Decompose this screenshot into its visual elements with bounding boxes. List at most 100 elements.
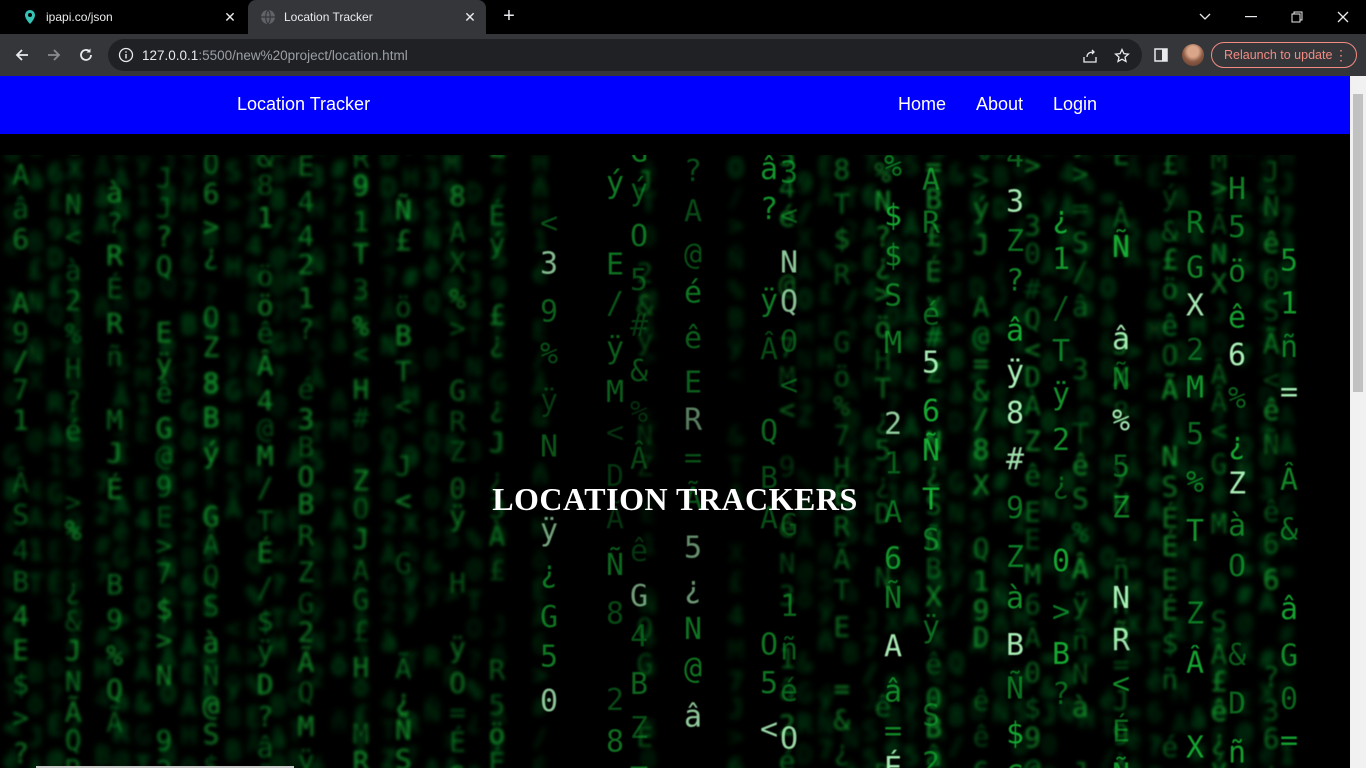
- svg-text:E: E: [181, 659, 197, 689]
- svg-text:?: ?: [1147, 732, 1163, 762]
- svg-text:G: G: [1280, 638, 1298, 673]
- svg-text:J: J: [395, 449, 412, 482]
- svg-text:N: N: [65, 665, 82, 698]
- svg-text:0: 0: [1280, 682, 1298, 717]
- nav-about-link[interactable]: About: [976, 94, 1023, 115]
- svg-text:Q: Q: [203, 559, 220, 592]
- svg-text:S: S: [225, 157, 241, 187]
- svg-text:À: À: [903, 412, 919, 444]
- bookmark-star-icon[interactable]: [1112, 46, 1132, 66]
- svg-text:D: D: [135, 274, 151, 304]
- svg-text:6: 6: [973, 755, 990, 768]
- svg-text:ÿ: ÿ: [922, 610, 940, 645]
- svg-text:2: 2: [381, 597, 397, 627]
- svg-text:¿: ¿: [1263, 755, 1280, 768]
- svg-text:Ñ: Ñ: [27, 338, 43, 370]
- vertical-scrollbar[interactable]: [1350, 76, 1366, 768]
- svg-text:5: 5: [1112, 450, 1130, 485]
- svg-text:M: M: [257, 439, 274, 472]
- share-icon[interactable]: [1080, 46, 1100, 66]
- svg-text:0: 0: [1147, 227, 1163, 257]
- svg-text:B: B: [1006, 628, 1024, 663]
- svg-text:/: /: [973, 402, 990, 435]
- svg-text:Ã: Ã: [1211, 207, 1228, 240]
- svg-text:N: N: [1072, 657, 1089, 690]
- svg-text:2: 2: [1052, 423, 1070, 458]
- svg-text:9: 9: [353, 169, 370, 202]
- svg-text:G: G: [181, 397, 197, 427]
- svg-text:#: #: [403, 264, 419, 294]
- tab-ipapi[interactable]: ipapi.co/json ✕: [8, 0, 246, 34]
- profile-avatar[interactable]: [1182, 44, 1204, 66]
- svg-text:â: â: [12, 192, 29, 225]
- svg-text:0: 0: [1024, 237, 1041, 270]
- svg-text:ê: ê: [925, 647, 942, 680]
- tab-location-tracker[interactable]: Location Tracker ✕: [248, 0, 486, 34]
- svg-text:X: X: [1186, 730, 1204, 765]
- relaunch-button[interactable]: Relaunch to update ⋮: [1211, 42, 1357, 68]
- restore-button[interactable]: [1274, 0, 1320, 34]
- reload-button[interactable]: [72, 41, 100, 69]
- svg-text:ê: ê: [113, 517, 129, 547]
- close-window-button[interactable]: [1320, 0, 1366, 34]
- svg-text:T: T: [1186, 514, 1204, 549]
- svg-text:<: <: [353, 337, 370, 370]
- svg-text:@: @: [48, 745, 64, 768]
- svg-text:£: £: [1161, 243, 1178, 276]
- svg-text:Â: Â: [181, 631, 197, 663]
- svg-text:$: $: [1006, 717, 1024, 752]
- svg-text:B: B: [27, 228, 43, 258]
- svg-text:B: B: [1052, 637, 1070, 672]
- nav-login-link[interactable]: Login: [1053, 94, 1097, 115]
- svg-text:6: 6: [1024, 588, 1041, 621]
- svg-text:ñ: ñ: [1072, 624, 1089, 657]
- svg-text:O: O: [135, 593, 151, 623]
- svg-text:7: 7: [181, 277, 197, 307]
- site-brand[interactable]: Location Tracker: [237, 94, 370, 115]
- svg-text:ñ: ñ: [331, 297, 347, 327]
- new-tab-button[interactable]: +: [496, 5, 522, 29]
- svg-text:Ã: Ã: [331, 560, 347, 592]
- svg-text:ý: ý: [403, 594, 419, 624]
- scrollbar-thumb[interactable]: [1353, 94, 1363, 392]
- close-tab-icon[interactable]: ✕: [218, 5, 242, 29]
- more-menu-icon[interactable]: ⋮: [1334, 46, 1348, 64]
- svg-text:ÿ: ÿ: [948, 558, 964, 588]
- hero-title: LOCATION TRACKERS: [492, 481, 858, 517]
- svg-text:à: à: [1006, 581, 1024, 616]
- back-button[interactable]: [8, 41, 36, 69]
- forward-button[interactable]: [40, 41, 68, 69]
- svg-text:6: 6: [181, 571, 197, 601]
- svg-text:ÿ: ÿ: [225, 673, 241, 703]
- svg-text:8: 8: [257, 169, 274, 202]
- nav-home-link[interactable]: Home: [898, 94, 946, 115]
- svg-text:J: J: [106, 437, 123, 470]
- svg-text:R: R: [1112, 624, 1131, 659]
- minimize-button[interactable]: [1228, 0, 1274, 34]
- info-icon[interactable]: [118, 47, 134, 63]
- svg-text:X: X: [27, 367, 43, 397]
- tab-search-icon[interactable]: [1182, 0, 1228, 34]
- svg-text:ê: ê: [1072, 448, 1089, 481]
- svg-text:Â: Â: [181, 691, 197, 723]
- svg-text:%: %: [65, 317, 82, 350]
- svg-text:B: B: [298, 431, 315, 464]
- svg-text:ñ: ñ: [1161, 663, 1178, 696]
- svg-text:ö: ö: [48, 653, 64, 683]
- close-tab-icon[interactable]: ✕: [458, 5, 482, 29]
- svg-text:%: %: [65, 514, 82, 547]
- tab-title: Location Tracker: [284, 10, 373, 24]
- svg-text:Ã: Ã: [298, 645, 315, 678]
- svg-text:ê: ê: [1161, 309, 1178, 342]
- svg-text:?: ?: [381, 263, 397, 293]
- svg-text:J: J: [331, 617, 347, 647]
- side-panel-icon[interactable]: [1149, 43, 1173, 67]
- svg-text:R: R: [298, 519, 315, 552]
- svg-text:Ñ: Ñ: [1006, 671, 1024, 707]
- svg-text:$: $: [1024, 691, 1041, 724]
- svg-text:B: B: [395, 319, 412, 352]
- address-bar[interactable]: 127.0.0.1:5500/new%20project/location.ht…: [108, 39, 1142, 71]
- svg-text:=: =: [1279, 557, 1295, 587]
- svg-text:B: B: [106, 568, 123, 601]
- svg-text:@: @: [27, 425, 43, 455]
